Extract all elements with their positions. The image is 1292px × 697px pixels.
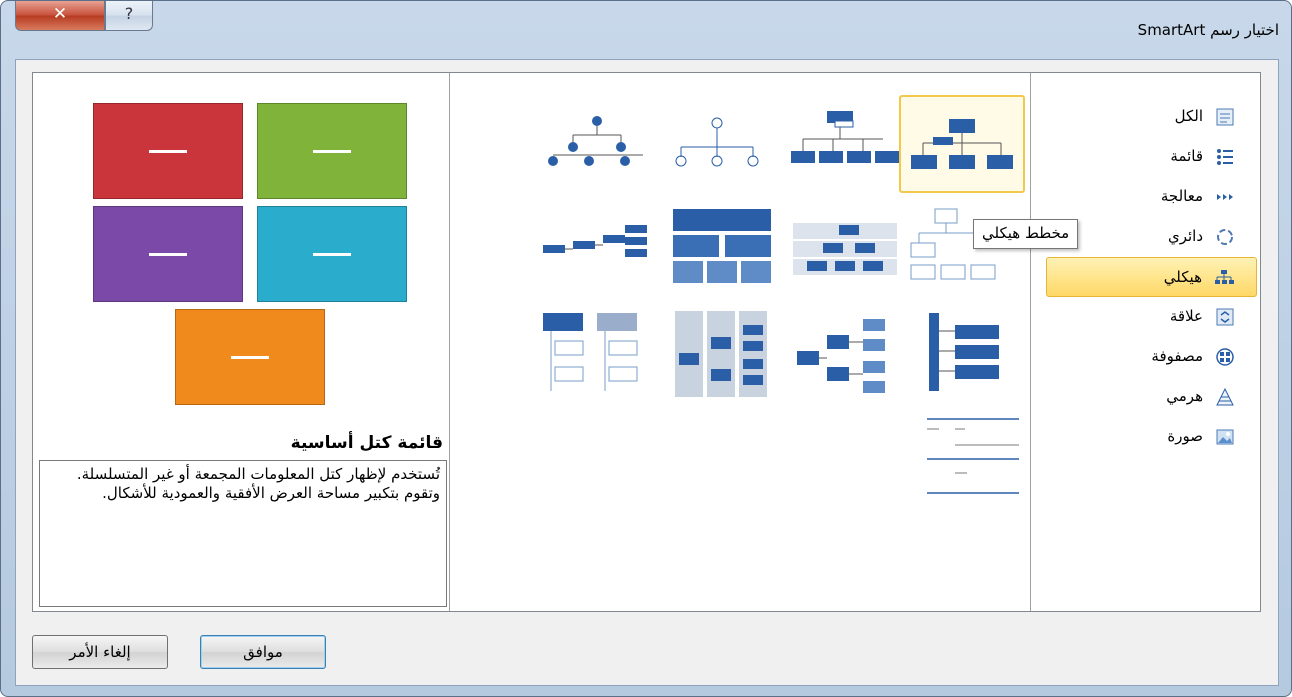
close-icon: ✕ bbox=[52, 4, 68, 24]
category-item-process[interactable]: معالجة bbox=[1047, 177, 1257, 217]
category-item-list[interactable]: قائمة bbox=[1047, 137, 1257, 177]
layout-org-chart[interactable] bbox=[899, 95, 1025, 193]
help-button[interactable]: ? bbox=[105, 1, 153, 31]
layout-hierarchy-list[interactable] bbox=[899, 311, 1025, 409]
category-item-matrix[interactable]: مصفوفة bbox=[1047, 337, 1257, 377]
preview-description: تُستخدم لإظهار كتل المعلومات المجمعة أو … bbox=[39, 460, 447, 607]
cancel-button[interactable]: إلغاء الأمر bbox=[32, 635, 168, 669]
category-item-pyramid[interactable]: هرمي bbox=[1047, 377, 1257, 417]
layout-circle-picture-hierarchy[interactable] bbox=[657, 95, 783, 193]
pyramid-icon bbox=[1216, 387, 1234, 406]
preview-shape bbox=[93, 103, 243, 199]
hierarchy-icon bbox=[1215, 270, 1234, 284]
layout-table-hierarchy[interactable] bbox=[657, 203, 783, 301]
help-icon: ? bbox=[124, 4, 134, 23]
all-icon bbox=[1216, 108, 1234, 126]
panels-container: قائمة كتل أساسية تُستخدم لإظهار كتل المع… bbox=[32, 72, 1261, 612]
layout-horizontal-hierarchy[interactable] bbox=[533, 203, 659, 301]
title-bar: ✕ ? اختيار رسم SmartArt bbox=[1, 1, 1291, 59]
category-label: مصفوفة bbox=[1151, 347, 1203, 365]
category-item-cycle[interactable]: دائري bbox=[1047, 217, 1257, 257]
category-label: الكل bbox=[1174, 107, 1203, 125]
list-icon bbox=[1217, 149, 1233, 165]
cycle-icon bbox=[1217, 229, 1233, 245]
category-list[interactable]: الكل قائمة معالجة دائري هيكلي علاقة مصفو… bbox=[1046, 97, 1257, 457]
category-label: قائمة bbox=[1170, 147, 1203, 165]
layout-labeled-hierarchy-2[interactable] bbox=[783, 203, 909, 301]
ok-button[interactable]: موافق bbox=[200, 635, 326, 669]
layout-labeled-hierarchy[interactable] bbox=[533, 95, 659, 193]
category-label: دائري bbox=[1167, 227, 1203, 245]
preview-title: قائمة كتل أساسية bbox=[290, 433, 443, 453]
window-title: اختيار رسم SmartArt bbox=[1137, 21, 1279, 39]
close-button[interactable]: ✕ bbox=[15, 1, 105, 31]
category-item-relationship[interactable]: علاقة bbox=[1047, 297, 1257, 337]
picture-icon bbox=[1216, 429, 1234, 445]
preview-shape bbox=[93, 206, 243, 302]
category-item-hierarchy[interactable]: هيكلي bbox=[1046, 257, 1257, 297]
layout-horizontal-org-chart[interactable] bbox=[783, 311, 909, 409]
category-label: معالجة bbox=[1160, 187, 1203, 205]
layout-horizontal-labeled-hierarchy[interactable] bbox=[657, 311, 783, 409]
layout-tooltip: مخطط هيكلي bbox=[973, 219, 1079, 249]
category-label: صورة bbox=[1167, 427, 1203, 445]
preview-shape bbox=[175, 309, 325, 405]
category-item-all[interactable]: الكل bbox=[1047, 97, 1257, 137]
preview-shape bbox=[257, 206, 407, 302]
preview-shape bbox=[257, 103, 407, 199]
panel-divider bbox=[449, 73, 450, 611]
process-icon bbox=[1217, 194, 1233, 200]
category-item-picture[interactable]: صورة bbox=[1047, 417, 1257, 457]
layout-lined-list[interactable] bbox=[899, 409, 1025, 507]
layout-gallery[interactable] bbox=[471, 91, 1031, 521]
category-label: علاقة bbox=[1169, 307, 1203, 325]
relationship-icon bbox=[1216, 308, 1234, 326]
category-label: هيكلي bbox=[1163, 268, 1202, 286]
matrix-icon bbox=[1216, 348, 1234, 366]
layout-hierarchy[interactable] bbox=[899, 203, 1025, 301]
smartart-dialog: ✕ ? اختيار رسم SmartArt قائمة كتل أساسية… bbox=[0, 0, 1292, 697]
preview-image bbox=[93, 103, 423, 405]
layout-name-title-org-chart[interactable] bbox=[783, 95, 909, 193]
dialog-body: قائمة كتل أساسية تُستخدم لإظهار كتل المع… bbox=[15, 59, 1279, 686]
layout-table-list[interactable] bbox=[533, 311, 659, 409]
category-label: هرمي bbox=[1166, 387, 1203, 405]
